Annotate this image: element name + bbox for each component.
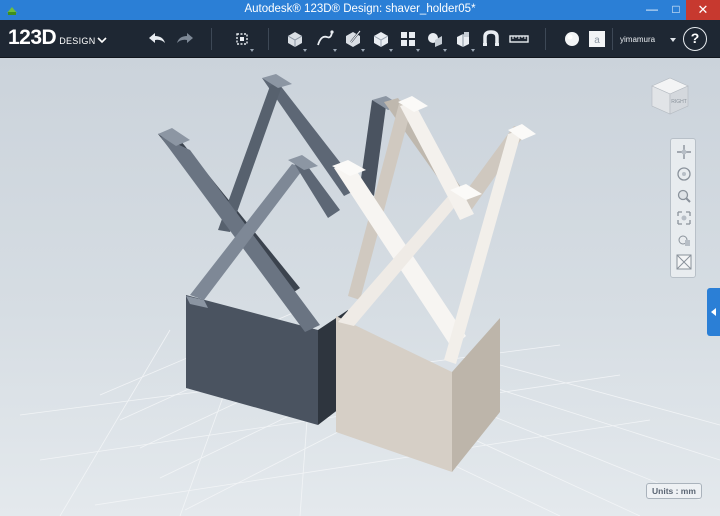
orbit-icon[interactable] [675, 165, 693, 183]
toolbar-separator [268, 28, 269, 50]
group-icon[interactable] [423, 27, 447, 51]
zoom-icon[interactable] [675, 187, 693, 205]
main-toolbar: 123D DESIGN a yimamura ? [0, 20, 720, 58]
logo-text: 123D [8, 26, 57, 49]
close-button[interactable]: ✕ [686, 0, 720, 20]
visibility-icon[interactable] [675, 231, 693, 249]
chevron-down-icon[interactable] [97, 35, 107, 45]
undo-icon[interactable] [145, 27, 169, 51]
maximize-button[interactable]: □ [664, 0, 688, 20]
sketch-icon[interactable] [313, 27, 337, 51]
scene-canvas[interactable] [0, 58, 720, 516]
material-icon[interactable] [560, 27, 584, 51]
toolbar-separator [545, 28, 546, 50]
chevron-left-icon [711, 308, 716, 316]
construct-icon[interactable] [341, 27, 365, 51]
side-panel-toggle[interactable] [707, 288, 720, 336]
redo-icon[interactable] [173, 27, 197, 51]
units-indicator[interactable]: Units : mm [646, 483, 702, 499]
window-title: Autodesk® 123D® Design: shaver_holder05* [244, 3, 476, 15]
combine-icon[interactable] [451, 27, 475, 51]
help-button[interactable]: ? [683, 27, 707, 51]
navigation-bar [670, 138, 696, 278]
modify-icon[interactable] [369, 27, 393, 51]
materials-toggle-icon[interactable] [675, 253, 693, 271]
view-cube[interactable]: RIGHT [646, 72, 694, 120]
fit-icon[interactable] [675, 209, 693, 227]
user-name[interactable]: yimamura [620, 35, 655, 44]
view-cube-face-label: RIGHT [671, 99, 687, 105]
minimize-button[interactable]: — [640, 0, 664, 20]
transform-icon[interactable] [230, 27, 254, 51]
text-icon[interactable]: a [585, 27, 609, 51]
svg-text:a: a [594, 35, 600, 46]
measure-icon[interactable] [507, 27, 531, 51]
window-title-bar: Autodesk® 123D® Design: shaver_holder05*… [0, 0, 720, 20]
pan-icon[interactable] [675, 143, 693, 161]
app-logo-menu[interactable]: 123D DESIGN [8, 26, 96, 52]
logo-subtext: DESIGN [59, 36, 96, 46]
primitives-icon[interactable] [283, 27, 307, 51]
toolbar-separator [612, 28, 613, 50]
toolbar-separator [211, 28, 212, 50]
3d-viewport[interactable]: RIGHT Units : mm [0, 58, 720, 516]
pattern-icon[interactable] [396, 27, 420, 51]
chevron-down-icon[interactable] [670, 38, 676, 42]
light-holder-model[interactable] [332, 96, 536, 472]
snap-icon[interactable] [479, 27, 503, 51]
